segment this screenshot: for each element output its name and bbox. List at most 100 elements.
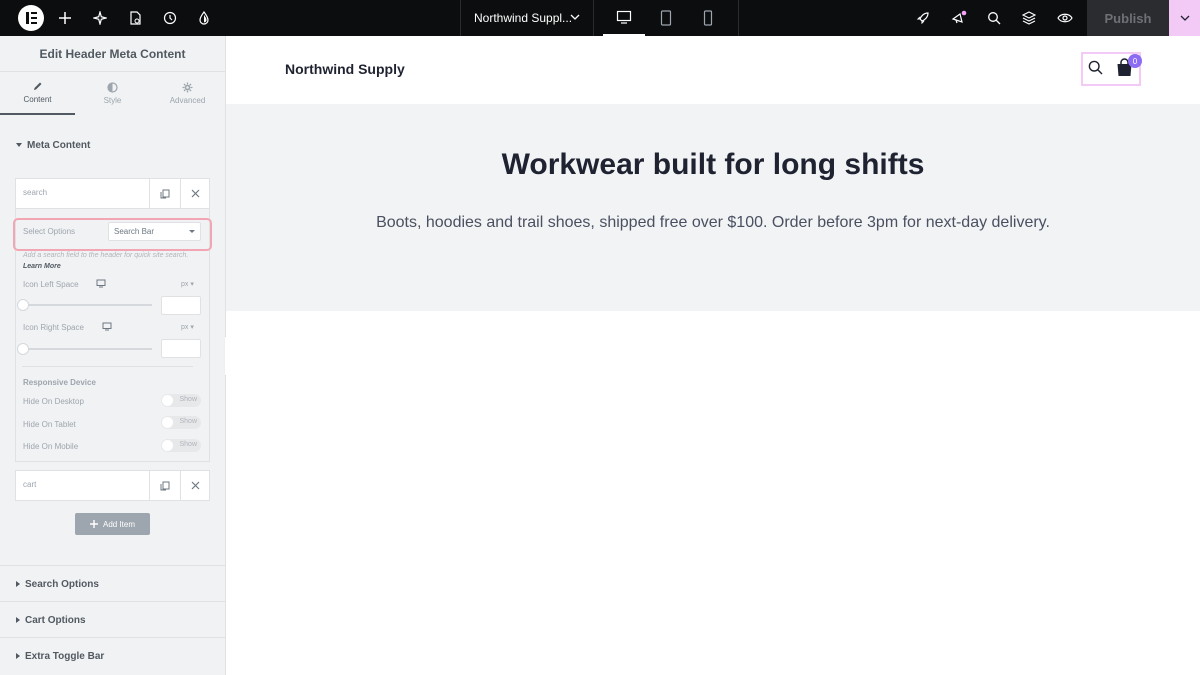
help-text: Add a search field to the header for qui… <box>23 250 203 272</box>
panel-title: Edit Header Meta Content <box>0 36 225 72</box>
desktop-device-icon[interactable] <box>603 0 645 36</box>
hide-tablet-label: Hide On Tablet <box>23 420 76 429</box>
select-options-dropdown[interactable]: Search Bar <box>108 222 201 241</box>
select-options-value: Search Bar <box>114 227 155 236</box>
rocket-icon[interactable] <box>905 0 941 36</box>
tab-content-label: Content <box>23 95 52 104</box>
cart-count-badge: 0 <box>1128 54 1142 68</box>
close-icon <box>191 189 200 198</box>
hide-mobile-label: Hide On Mobile <box>23 442 79 451</box>
structure-layers-icon[interactable] <box>1011 0 1047 36</box>
document-title: Northwind Suppl... <box>474 11 573 25</box>
duplicate-item-button[interactable] <box>149 179 179 208</box>
toggle-text: Show <box>179 418 197 425</box>
copy-icon <box>160 481 169 490</box>
learn-more-link[interactable]: Learn More <box>23 263 61 270</box>
plus-icon[interactable] <box>47 0 83 36</box>
icon-left-space-slider[interactable] <box>22 304 152 306</box>
hide-mobile-toggle[interactable]: Show <box>161 439 201 452</box>
desktop-icon <box>96 279 106 288</box>
tab-advanced[interactable]: Advanced <box>150 72 225 115</box>
editor-topbar: Northwind Suppl... Publish <box>0 0 1200 36</box>
responsive-device-heading: Responsive Device <box>23 378 96 387</box>
search-icon[interactable] <box>1088 60 1103 75</box>
repeater-item-label: cart <box>23 480 37 489</box>
panel-tabs: Content Style Advanced <box>0 72 225 115</box>
section-label: Search Options <box>25 578 99 590</box>
toggle-text: Show <box>179 441 197 448</box>
preview-eye-icon[interactable] <box>1047 0 1083 36</box>
gear-icon <box>182 82 193 93</box>
select-options-label: Select Options <box>23 227 76 236</box>
tab-style[interactable]: Style <box>75 72 150 115</box>
search-icon[interactable] <box>976 0 1012 36</box>
icon-right-space-input[interactable] <box>161 339 201 358</box>
repeater-item-search[interactable]: search <box>15 178 210 209</box>
caret-right-icon <box>16 617 20 623</box>
plus-icon <box>89 520 98 528</box>
publish-options-button[interactable] <box>1169 0 1200 36</box>
toggle-text: Show <box>179 396 197 403</box>
desktop-icon <box>102 322 112 331</box>
publish-button[interactable]: Publish <box>1087 0 1169 36</box>
device-switcher <box>593 0 739 36</box>
duplicate-item-button[interactable] <box>149 471 179 500</box>
icon-left-space-input[interactable] <box>161 296 201 315</box>
site-brand[interactable]: Northwind Supply <box>285 61 405 77</box>
section-extra-toggle-bar[interactable]: Extra Toggle Bar <box>0 638 225 674</box>
copy-icon <box>160 189 169 198</box>
icon-right-space-label: Icon Right Space <box>23 323 84 332</box>
tablet-device-icon[interactable] <box>645 0 687 36</box>
chevron-down-icon <box>1180 15 1189 21</box>
slider-handle[interactable] <box>17 343 29 355</box>
notifications-icon[interactable] <box>941 0 977 36</box>
hero-text: Boots, hoodies and trail shoes, shipped … <box>376 214 1050 231</box>
hide-tablet-toggle[interactable]: Show <box>161 416 201 429</box>
unit-label: px <box>181 324 189 331</box>
slider-handle[interactable] <box>17 299 29 311</box>
hero-title: Workwear built for long shifts <box>501 148 925 181</box>
caret-down-icon <box>189 230 195 233</box>
section-cart-options[interactable]: Cart Options <box>0 602 225 638</box>
history-icon[interactable] <box>152 0 188 36</box>
help-text-body: Add a search field to the header for qui… <box>23 252 189 259</box>
add-item-label: Add Item <box>102 519 135 529</box>
section-label: Extra Toggle Bar <box>25 650 105 662</box>
ai-sparkle-icon[interactable] <box>82 0 118 36</box>
remove-item-button[interactable] <box>180 471 210 500</box>
elementor-logo-icon[interactable] <box>18 5 44 31</box>
close-icon <box>191 481 200 490</box>
icon-left-space-label: Icon Left Space <box>23 280 79 289</box>
caret-down-icon <box>16 143 22 147</box>
unit-label: px <box>181 281 189 288</box>
site-header: Northwind Supply 0 <box>226 36 1200 104</box>
mobile-device-icon[interactable] <box>687 0 729 36</box>
section-meta-content-label: Meta Content <box>27 139 91 151</box>
repeater-item-cart[interactable]: cart <box>15 470 210 501</box>
section-meta-content[interactable]: Meta Content <box>0 127 225 163</box>
hide-desktop-toggle[interactable]: Show <box>161 394 201 407</box>
caret-right-icon <box>16 653 20 659</box>
hide-desktop-label: Hide On Desktop <box>23 397 84 406</box>
divider <box>22 366 193 367</box>
tab-advanced-label: Advanced <box>169 96 206 105</box>
theme-style-icon[interactable] <box>186 0 222 36</box>
repeater-item-label: search <box>23 188 48 197</box>
icon-right-space-slider[interactable] <box>22 348 152 350</box>
unit-selector[interactable]: px ▾ <box>181 323 194 331</box>
tab-content[interactable]: Content <box>0 72 75 115</box>
page-settings-icon[interactable] <box>117 0 153 36</box>
unit-selector[interactable]: px ▾ <box>181 280 194 288</box>
tab-style-label: Style <box>103 96 122 105</box>
add-item-button[interactable]: Add Item <box>75 513 150 535</box>
contrast-icon <box>107 82 118 93</box>
pencil-icon <box>34 82 42 90</box>
hero-section: Workwear built for long shifts Boots, ho… <box>226 104 1200 311</box>
remove-item-button[interactable] <box>180 179 210 208</box>
section-label: Cart Options <box>25 614 86 626</box>
document-title-dropdown[interactable]: Northwind Suppl... <box>460 0 594 36</box>
preview-canvas: Northwind Supply 0 Workwear built for lo… <box>226 36 1200 675</box>
caret-right-icon <box>16 581 20 587</box>
section-search-options[interactable]: Search Options <box>0 566 225 602</box>
chevron-down-icon <box>570 14 580 20</box>
